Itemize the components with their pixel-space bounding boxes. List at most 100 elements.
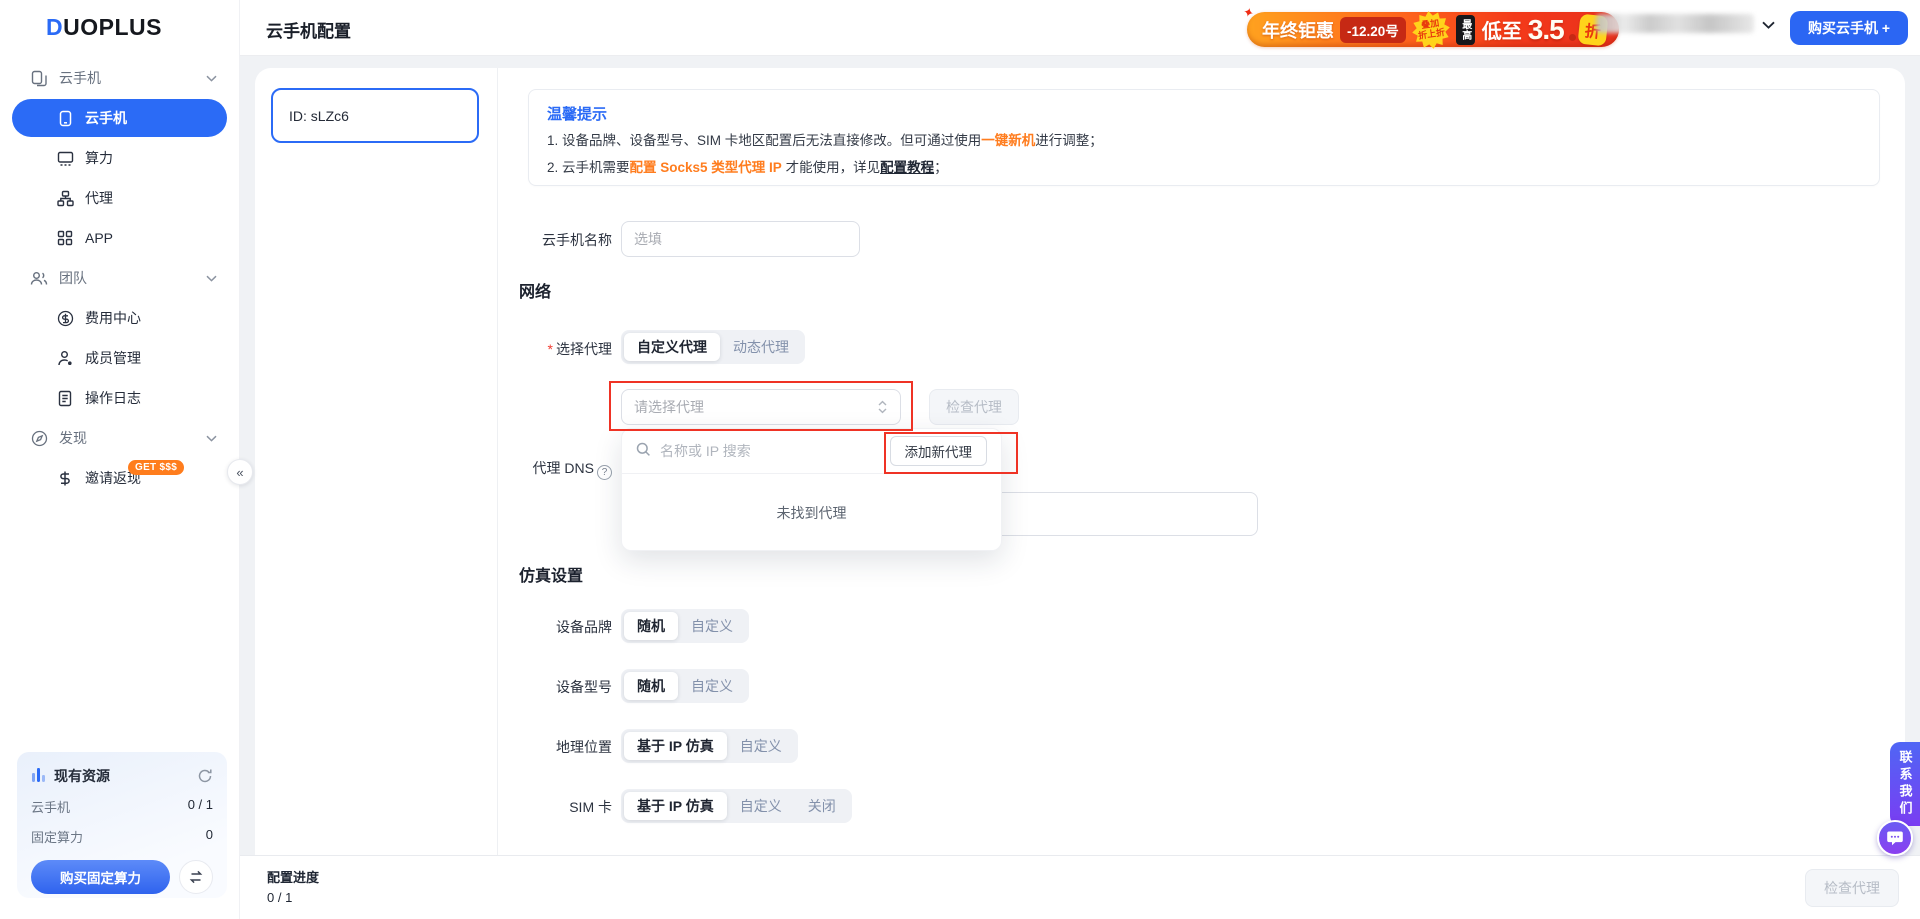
option-random[interactable]: 随机	[624, 612, 678, 640]
option-ip-based[interactable]: 基于 IP 仿真	[624, 792, 727, 820]
sidebar-item-label: 操作日志	[85, 388, 141, 408]
tips-line-2: 2. 云手机需要配置 Socks5 类型代理 IP 才能使用，详见配置教程；	[547, 158, 1861, 178]
option-custom[interactable]: 自定义	[727, 732, 795, 760]
sidebar-item-referral[interactable]: 邀请返现 GET $$$	[0, 458, 239, 498]
proxy-empty-state: 未找到代理	[622, 474, 1001, 551]
sidebar-collapse-button[interactable]: «	[227, 459, 253, 485]
sidebar-group-team[interactable]: 团队	[0, 258, 239, 298]
proxy-search-placeholder[interactable]: 名称或 IP 搜索	[660, 441, 881, 461]
proxy-dns-label: 代理 DNS?	[455, 458, 612, 480]
tips-card: 温馨提示 1. 设备品牌、设备型号、SIM 卡地区配置后无法直接修改。但可通过使…	[528, 89, 1880, 186]
config-tutorial-link[interactable]: 配置教程	[880, 160, 934, 175]
phone-icon	[56, 109, 74, 127]
geo-location-label: 地理位置	[455, 737, 612, 757]
sparkle-icon: ✦	[1241, 4, 1256, 22]
proxy-select[interactable]: 请选择代理	[621, 389, 901, 425]
promo-discount-number: 3.5	[1528, 16, 1564, 44]
account-menu[interactable]	[1596, 14, 1775, 33]
tips-line-1: 1. 设备品牌、设备型号、SIM 卡地区配置后无法直接修改。但可通过使用一键新机…	[547, 131, 1861, 151]
monitor-icon	[56, 149, 74, 167]
buy-compute-button[interactable]: 购买固定算力	[31, 860, 170, 894]
config-progress: 配置进度 0 / 1	[267, 867, 319, 905]
logo-rest: UOPLUS	[63, 14, 162, 40]
logo-letter-d: D	[46, 14, 63, 40]
top-header: 云手机配置 ✦ 年终钜惠 -12.20号 叠加 折上折 最高 低至 3.5 折 …	[240, 0, 1920, 56]
option-custom[interactable]: 自定义	[727, 792, 795, 820]
sidebar-item-billing[interactable]: 费用中心	[0, 298, 239, 338]
sidebar-item-label: 云手机	[59, 68, 101, 88]
account-name-redacted	[1596, 14, 1754, 33]
tab-dynamic-proxy[interactable]: 动态代理	[720, 333, 802, 361]
chat-bubble-button[interactable]	[1877, 820, 1913, 856]
refresh-icon[interactable]	[197, 768, 213, 784]
promo-dot	[1569, 34, 1576, 41]
progress-label: 配置进度	[267, 867, 319, 886]
promo-headline: 年终钜惠	[1262, 17, 1334, 43]
contact-us-tab[interactable]: 联系我们	[1890, 742, 1920, 826]
proxy-label: *选择代理	[455, 339, 612, 359]
tips-text: 2. 云手机需要	[547, 160, 630, 175]
swap-icon[interactable]	[179, 860, 213, 894]
device-model-segment: 随机 自定义	[621, 669, 749, 703]
promo-max-tag: 最高	[1456, 15, 1475, 45]
device-brand-segment: 随机 自定义	[621, 609, 749, 643]
resource-row-cloudphone: 云手机 0 / 1	[31, 797, 213, 816]
chevron-down-icon	[206, 275, 217, 282]
sidebar-item-compute[interactable]: 算力	[0, 138, 239, 178]
sidebar-item-members[interactable]: 成员管理	[0, 338, 239, 378]
add-new-proxy-button[interactable]: 添加新代理	[890, 436, 988, 466]
sidebar-group-discover[interactable]: 发现	[0, 418, 239, 458]
sidebar-item-cloudphone[interactable]: 云手机	[12, 99, 227, 137]
sidebar-item-app[interactable]: APP	[0, 218, 239, 258]
option-random[interactable]: 随机	[624, 672, 678, 700]
sidebar-item-label: 成员管理	[85, 348, 141, 368]
sidebar-item-label: APP	[85, 230, 113, 246]
sidebar-item-label: 代理	[85, 188, 113, 208]
proxy-select-placeholder: 请选择代理	[634, 397, 704, 417]
option-custom[interactable]: 自定义	[678, 612, 746, 640]
tips-text: ；	[934, 160, 948, 175]
required-asterisk: *	[548, 341, 553, 357]
resource-label: 固定算力	[31, 827, 83, 846]
get-cash-badge: GET $$$	[128, 460, 184, 475]
option-ip-based[interactable]: 基于 IP 仿真	[624, 732, 727, 760]
proxy-type-segment: 自定义代理 动态代理	[621, 330, 805, 364]
promo-banner[interactable]: ✦ 年终钜惠 -12.20号 叠加 折上折 最高 低至 3.5 折	[1247, 12, 1619, 47]
resources-title: 现有资源	[54, 766, 110, 786]
resource-value: 0	[206, 827, 213, 846]
dns-label-text: 代理 DNS	[533, 460, 594, 476]
chevron-down-icon	[1762, 16, 1775, 32]
page-title: 云手机配置	[266, 17, 351, 42]
proxy-label-text: 选择代理	[556, 341, 612, 357]
check-proxy-button-bottom[interactable]: 检查代理	[1805, 869, 1899, 907]
device-id-card[interactable]: ID: sLZc6	[271, 88, 479, 143]
option-custom[interactable]: 自定义	[678, 672, 746, 700]
sidebar-item-logs[interactable]: 操作日志	[0, 378, 239, 418]
check-proxy-button-top[interactable]: 检查代理	[929, 389, 1019, 425]
bar-chart-icon	[31, 767, 46, 785]
sidebar-item-label: 云手机	[85, 108, 127, 128]
help-icon[interactable]: ?	[597, 465, 612, 480]
sim-card-label: SIM 卡	[455, 797, 612, 817]
device-model-label: 设备型号	[455, 677, 612, 697]
chevron-down-icon	[206, 435, 217, 442]
compass-icon	[30, 429, 48, 447]
sidebar-nav: 云手机 云手机 算力 代理 APP 团队	[0, 58, 239, 498]
buy-cloudphone-button[interactable]: 购买云手机 +	[1790, 11, 1908, 45]
name-label: 云手机名称	[455, 230, 612, 250]
select-caret-icon	[877, 400, 888, 414]
network-section-title: 网络	[519, 278, 551, 302]
duoplus-logo: DUOPLUS	[46, 14, 162, 41]
phone-name-input[interactable]	[621, 221, 860, 257]
collapse-icon: «	[236, 465, 243, 480]
tips-text: 才能使用，详见	[782, 160, 880, 175]
one-key-new-link[interactable]: 一键新机	[981, 133, 1035, 148]
tips-title: 温馨提示	[547, 103, 1861, 124]
sidebar-item-proxy[interactable]: 代理	[0, 178, 239, 218]
tab-custom-proxy[interactable]: 自定义代理	[624, 333, 720, 361]
option-off[interactable]: 关闭	[795, 792, 849, 820]
sim-card-segment: 基于 IP 仿真 自定义 关闭	[621, 789, 852, 823]
proxy-dropdown-panel: 名称或 IP 搜索 添加新代理 未找到代理	[621, 428, 1002, 551]
sitemap-icon	[56, 189, 74, 207]
sidebar-group-cloudphone[interactable]: 云手机	[0, 58, 239, 98]
